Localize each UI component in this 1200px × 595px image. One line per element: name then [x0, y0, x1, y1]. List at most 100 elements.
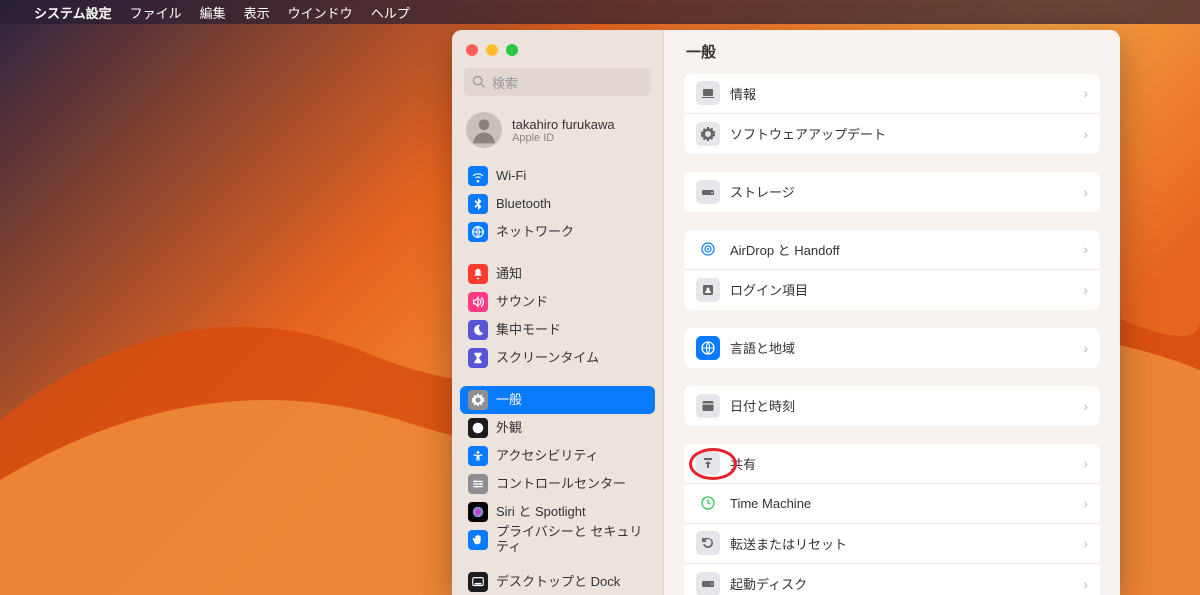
- settings-row-label: ログイン項目: [730, 280, 1083, 299]
- sidebar-item-sound[interactable]: サウンド: [460, 288, 655, 316]
- user-sub: Apple ID: [512, 132, 615, 144]
- network-icon: [468, 222, 488, 242]
- search-placeholder: 検索: [492, 73, 518, 92]
- laptop-icon: [696, 81, 720, 105]
- chevron-right-icon: ›: [1083, 241, 1088, 257]
- settings-row-globe[interactable]: 言語と地域›: [684, 328, 1100, 368]
- sidebar-item-siri[interactable]: Siri と Spotlight: [460, 498, 655, 526]
- sidebar-item-network[interactable]: ネットワーク: [460, 218, 655, 246]
- settings-row-calendar[interactable]: 日付と時刻›: [684, 386, 1100, 426]
- accessibility-icon: [468, 446, 488, 466]
- sidebar-item-label: 集中モード: [496, 323, 561, 338]
- chevron-right-icon: ›: [1083, 282, 1088, 298]
- sliders-icon: [468, 474, 488, 494]
- settings-row-gear[interactable]: ソフトウェアアップデート›: [684, 114, 1100, 154]
- settings-row-label: AirDrop と Handoff: [730, 240, 1083, 259]
- settings-row-label: 共有: [730, 454, 1083, 473]
- settings-row-startdisk[interactable]: 起動ディスク›: [684, 564, 1100, 595]
- settings-row-label: ソフトウェアアップデート: [730, 124, 1083, 143]
- chevron-right-icon: ›: [1083, 340, 1088, 356]
- settings-row-login[interactable]: ログイン項目›: [684, 270, 1100, 310]
- sidebar-item-label: 一般: [496, 393, 522, 408]
- chevron-right-icon: ›: [1083, 184, 1088, 200]
- sidebar-item-label: 外観: [496, 421, 522, 436]
- bell-icon: [468, 264, 488, 284]
- sidebar-item-label: 通知: [496, 267, 522, 282]
- chevron-right-icon: ›: [1083, 535, 1088, 551]
- chevron-right-icon: ›: [1083, 85, 1088, 101]
- search-input[interactable]: 検索: [464, 68, 651, 96]
- hand-icon: [468, 530, 488, 550]
- moon-icon: [468, 320, 488, 340]
- sidebar-item-label: ネットワーク: [496, 225, 574, 240]
- sidebar-item-label: Siri と Spotlight: [496, 505, 586, 520]
- settings-row-label: 情報: [730, 84, 1083, 103]
- sidebar-item-hand[interactable]: プライバシーと セキュリティ: [460, 526, 655, 554]
- settings-list: 情報›ソフトウェアアップデート›ストレージ›AirDrop と Handoff›…: [664, 74, 1120, 595]
- sidebar-item-hourglass[interactable]: スクリーンタイム: [460, 344, 655, 372]
- sound-icon: [468, 292, 488, 312]
- siri-icon: [468, 502, 488, 522]
- settings-row-label: ストレージ: [730, 182, 1083, 201]
- appearance-icon: [468, 418, 488, 438]
- sidebar-item-bell[interactable]: 通知: [460, 260, 655, 288]
- chevron-right-icon: ›: [1083, 398, 1088, 414]
- settings-row-drive[interactable]: ストレージ›: [684, 172, 1100, 212]
- settings-row-label: Time Machine: [730, 496, 1083, 511]
- close-button[interactable]: [466, 44, 478, 56]
- dock-icon: [468, 572, 488, 592]
- chevron-right-icon: ›: [1083, 576, 1088, 592]
- sidebar-item-label: スクリーンタイム: [496, 351, 599, 366]
- chevron-right-icon: ›: [1083, 495, 1088, 511]
- settings-row-share[interactable]: 共有›: [684, 444, 1100, 484]
- apple-id-row[interactable]: takahiro furukawa Apple ID: [452, 106, 663, 162]
- sidebar-item-label: サウンド: [496, 295, 548, 310]
- traffic-lights: [452, 30, 663, 64]
- gear-icon: [696, 122, 720, 146]
- main-pane: 一般 情報›ソフトウェアアップデート›ストレージ›AirDrop と Hando…: [664, 30, 1120, 595]
- sidebar-item-label: Wi-Fi: [496, 169, 526, 184]
- sidebar: 検索 takahiro furukawa Apple ID Wi-Fi Bluet…: [452, 30, 664, 595]
- sidebar-item-label: Bluetooth: [496, 197, 551, 212]
- reset-icon: [696, 531, 720, 555]
- settings-row-label: 言語と地域: [730, 338, 1083, 357]
- sidebar-item-label: デスクトップと Dock: [496, 575, 620, 590]
- sidebar-item-bluetooth[interactable]: Bluetooth: [460, 190, 655, 218]
- settings-row-airdrop[interactable]: AirDrop と Handoff›: [684, 230, 1100, 270]
- settings-row-reset[interactable]: 転送またはリセット›: [684, 524, 1100, 564]
- avatar-icon: [466, 112, 502, 148]
- settings-row-timemachine[interactable]: Time Machine›: [684, 484, 1100, 524]
- sidebar-item-appearance[interactable]: 外観: [460, 414, 655, 442]
- settings-row-laptop[interactable]: 情報›: [684, 74, 1100, 114]
- chevron-right-icon: ›: [1083, 455, 1088, 471]
- drive-icon: [696, 180, 720, 204]
- sidebar-item-label: コントロールセンター: [496, 477, 626, 492]
- globe-icon: [696, 336, 720, 360]
- minimize-button[interactable]: [486, 44, 498, 56]
- sidebar-item-wifi[interactable]: Wi-Fi: [460, 162, 655, 190]
- airdrop-icon: [696, 237, 720, 261]
- zoom-button[interactable]: [506, 44, 518, 56]
- sidebar-item-moon[interactable]: 集中モード: [460, 316, 655, 344]
- bluetooth-icon: [468, 194, 488, 214]
- sidebar-item-sliders[interactable]: コントロールセンター: [460, 470, 655, 498]
- calendar-icon: [696, 394, 720, 418]
- startdisk-icon: [696, 572, 720, 595]
- page-title: 一般: [664, 30, 1120, 74]
- sidebar-item-gear[interactable]: 一般: [460, 386, 655, 414]
- settings-row-label: 起動ディスク: [730, 574, 1083, 593]
- user-name: takahiro furukawa: [512, 117, 615, 132]
- login-icon: [696, 278, 720, 302]
- settings-row-label: 日付と時刻: [730, 396, 1083, 415]
- system-settings-window: 検索 takahiro furukawa Apple ID Wi-Fi Bluet…: [452, 30, 1120, 595]
- sidebar-item-label: アクセシビリティ: [496, 449, 599, 464]
- sidebar-item-dock[interactable]: デスクトップと Dock: [460, 568, 655, 595]
- wifi-icon: [468, 166, 488, 186]
- sidebar-item-accessibility[interactable]: アクセシビリティ: [460, 442, 655, 470]
- gear-icon: [468, 390, 488, 410]
- share-icon: [696, 451, 720, 475]
- search-icon: [472, 75, 486, 89]
- timemachine-icon: [696, 491, 720, 515]
- hourglass-icon: [468, 348, 488, 368]
- sidebar-list: Wi-Fi Bluetooth ネットワーク通知サウンド集中モードスクリーンタイム一…: [452, 162, 663, 595]
